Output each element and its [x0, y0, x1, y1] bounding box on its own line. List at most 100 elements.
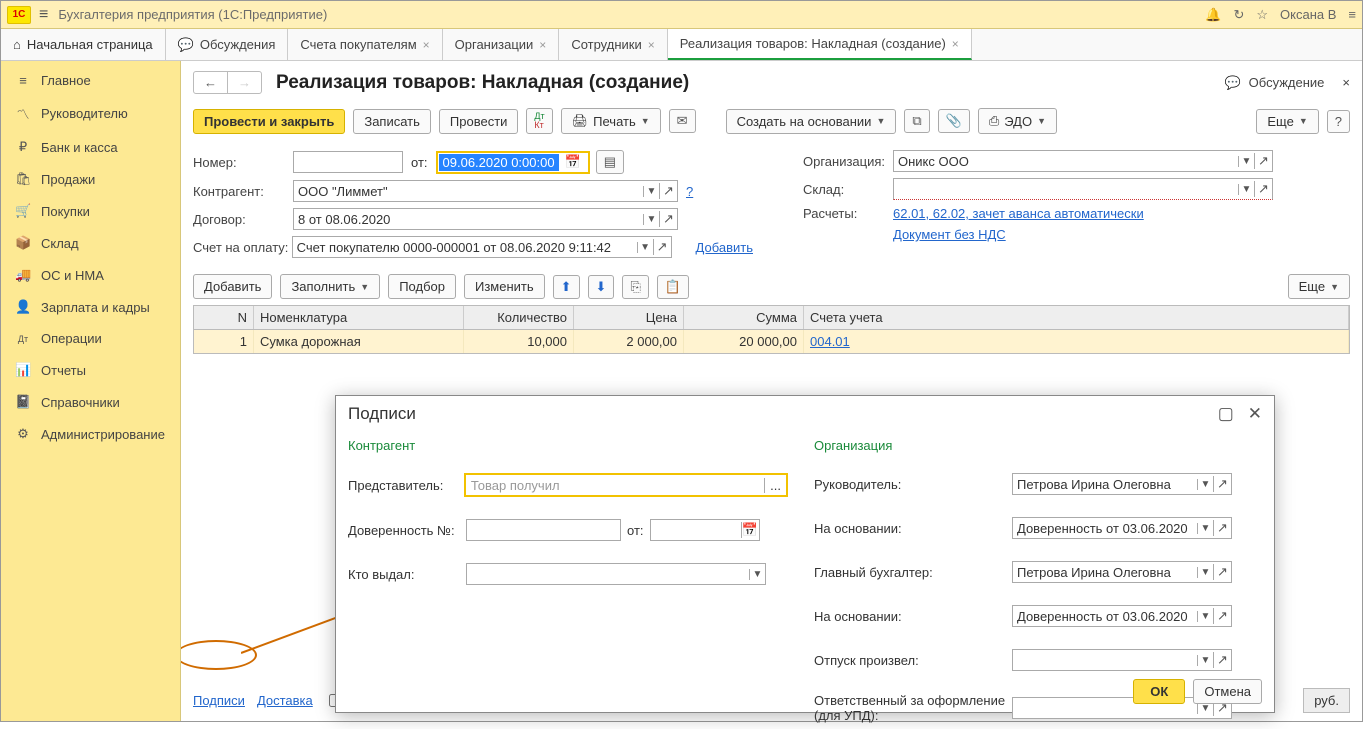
- fill-button[interactable]: Заполнить▼: [280, 274, 380, 299]
- open-icon[interactable]: ↗: [1213, 564, 1231, 580]
- org-combo[interactable]: Оникс ООО▼↗: [893, 150, 1273, 172]
- add-link[interactable]: Добавить: [696, 240, 753, 255]
- menu-icon[interactable]: ≡: [39, 6, 48, 24]
- open-icon[interactable]: ↗: [1213, 476, 1231, 492]
- delivery-link[interactable]: Доставка: [257, 693, 313, 708]
- nds-link[interactable]: Документ без НДС: [893, 227, 1006, 242]
- sidebar-item-hr[interactable]: 👤Зарплата и кадры: [1, 291, 180, 323]
- director-combo[interactable]: Петрова Ирина Олеговна▼↗: [1012, 473, 1232, 495]
- date-input[interactable]: 09.06.2020 0:00:00 📅: [436, 151, 590, 174]
- history-icon[interactable]: ↻: [1233, 7, 1244, 23]
- sidebar-item-admin[interactable]: ⚙Администрирование: [1, 418, 180, 450]
- chevron-down-icon[interactable]: ▼: [1197, 567, 1213, 578]
- contract-combo[interactable]: 8 от 08.06.2020▼↗: [293, 208, 678, 230]
- items-grid[interactable]: N Номенклатура Количество Цена Сумма Сче…: [193, 305, 1350, 354]
- issued-by-combo[interactable]: ▼: [466, 563, 766, 585]
- doc-icon[interactable]: ▤: [596, 150, 624, 174]
- sidebar-item-operations[interactable]: ДтОперации: [1, 323, 180, 354]
- poa-date-input[interactable]: 📅: [650, 519, 760, 541]
- cancel-button[interactable]: Отмена: [1193, 679, 1262, 704]
- chevron-down-icon[interactable]: ▼: [643, 186, 659, 197]
- sidebar-item-bank[interactable]: ₽Банк и касса: [1, 131, 180, 163]
- back-button[interactable]: ←: [194, 72, 228, 93]
- tab-discuss[interactable]: 💬Обсуждения: [166, 29, 289, 60]
- paste-button[interactable]: 📋: [657, 275, 689, 299]
- ok-button[interactable]: ОК: [1133, 679, 1185, 704]
- released-combo[interactable]: ▼↗: [1012, 649, 1232, 671]
- move-up-button[interactable]: ⬆: [553, 275, 580, 299]
- open-icon[interactable]: ↗: [1213, 608, 1231, 624]
- chevron-down-icon[interactable]: ▼: [637, 242, 653, 253]
- signs-link[interactable]: Подписи: [193, 693, 245, 708]
- app-menu-icon[interactable]: ≡: [1348, 7, 1356, 22]
- save-button[interactable]: Записать: [353, 109, 431, 134]
- sidebar-item-sales[interactable]: 🛍Продажи: [1, 163, 180, 195]
- warehouse-combo[interactable]: ▼↗: [893, 178, 1273, 200]
- change-button[interactable]: Изменить: [464, 274, 545, 299]
- poa-no-input[interactable]: [466, 519, 621, 541]
- open-icon[interactable]: ↗: [653, 239, 671, 255]
- sidebar-item-main[interactable]: ≡Главное: [1, 65, 180, 96]
- settlements-link[interactable]: 62.01, 62.02, зачет аванса автоматически: [893, 206, 1144, 221]
- discuss-label[interactable]: Обсуждение: [1249, 75, 1325, 90]
- chevron-down-icon[interactable]: ▼: [1197, 523, 1213, 534]
- create-based-button[interactable]: Создать на основании▼: [726, 109, 897, 134]
- account-link[interactable]: 004.01: [810, 334, 850, 349]
- chevron-down-icon[interactable]: ▼: [643, 214, 659, 225]
- contractor-combo[interactable]: ООО "Лиммет"▼↗: [293, 180, 678, 202]
- accountant-combo[interactable]: Петрова Ирина Олеговна▼↗: [1012, 561, 1232, 583]
- grid-more-button[interactable]: Еще▼: [1288, 274, 1350, 299]
- add-row-button[interactable]: Добавить: [193, 274, 272, 299]
- open-icon[interactable]: ↗: [1254, 153, 1272, 169]
- calendar-icon[interactable]: 📅: [559, 154, 587, 170]
- chevron-down-icon[interactable]: ▼: [749, 569, 765, 580]
- close-icon[interactable]: ✕: [1248, 404, 1262, 424]
- chevron-down-icon[interactable]: ▼: [1197, 655, 1213, 666]
- star-icon[interactable]: ☆: [1256, 7, 1268, 23]
- chevron-down-icon[interactable]: ▼: [1197, 703, 1213, 714]
- chevron-down-icon[interactable]: ▼: [1238, 156, 1254, 167]
- calendar-icon[interactable]: 📅: [741, 522, 759, 538]
- representative-input[interactable]: Товар получил...: [464, 473, 788, 497]
- close-page-icon[interactable]: ×: [1342, 75, 1350, 90]
- more-button[interactable]: Еще▼: [1256, 109, 1318, 134]
- chevron-down-icon[interactable]: ▼: [1238, 184, 1254, 195]
- post-button[interactable]: Провести: [439, 109, 519, 134]
- open-icon[interactable]: ↗: [1213, 652, 1231, 668]
- copy-button[interactable]: ⎘: [622, 275, 648, 299]
- help-button[interactable]: ?: [1327, 110, 1350, 133]
- move-down-button[interactable]: ⬇: [588, 275, 615, 299]
- open-icon[interactable]: ↗: [1213, 520, 1231, 536]
- invoice-combo[interactable]: Счет покупателю 0000-000001 от 08.06.202…: [292, 236, 672, 258]
- dtkt-button[interactable]: ДтКт: [526, 108, 552, 134]
- chevron-down-icon[interactable]: ▼: [1197, 479, 1213, 490]
- sidebar-item-directories[interactable]: 📓Справочники: [1, 386, 180, 418]
- tab-invoices[interactable]: Счета покупателям×: [288, 29, 442, 60]
- sidebar-item-manager[interactable]: 〽Руководителю: [1, 96, 180, 131]
- close-icon[interactable]: ×: [648, 38, 655, 52]
- choose-button[interactable]: ...: [764, 478, 786, 493]
- open-icon[interactable]: ↗: [659, 211, 677, 227]
- base1-combo[interactable]: Доверенность от 03.06.2020▼↗: [1012, 517, 1232, 539]
- number-input[interactable]: [293, 151, 403, 173]
- bell-icon[interactable]: 🔔: [1205, 7, 1221, 23]
- post-close-button[interactable]: Провести и закрыть: [193, 109, 345, 134]
- table-row[interactable]: 1 Сумка дорожная 10,000 2 000,00 20 000,…: [194, 330, 1349, 353]
- help-link[interactable]: ?: [686, 184, 693, 199]
- close-icon[interactable]: ×: [952, 37, 959, 51]
- user-name[interactable]: Оксана В: [1280, 7, 1336, 22]
- sidebar-item-assets[interactable]: 🚚ОС и НМА: [1, 259, 180, 291]
- close-icon[interactable]: ×: [539, 38, 546, 52]
- structure-button[interactable]: ⧉: [904, 109, 929, 133]
- sidebar-item-purchases[interactable]: 🛒Покупки: [1, 195, 180, 227]
- base2-combo[interactable]: Доверенность от 03.06.2020▼↗: [1012, 605, 1232, 627]
- sidebar-item-reports[interactable]: 📊Отчеты: [1, 354, 180, 386]
- tab-sale[interactable]: Реализация товаров: Накладная (создание)…: [668, 29, 972, 60]
- mail-button[interactable]: ✉: [669, 109, 696, 133]
- open-icon[interactable]: ↗: [659, 183, 677, 199]
- sidebar-item-warehouse[interactable]: 📦Склад: [1, 227, 180, 259]
- print-button[interactable]: 🖨Печать▼: [561, 108, 661, 134]
- attach-button[interactable]: 📎: [938, 109, 970, 133]
- close-icon[interactable]: ×: [423, 38, 430, 52]
- tab-orgs[interactable]: Организации×: [443, 29, 560, 60]
